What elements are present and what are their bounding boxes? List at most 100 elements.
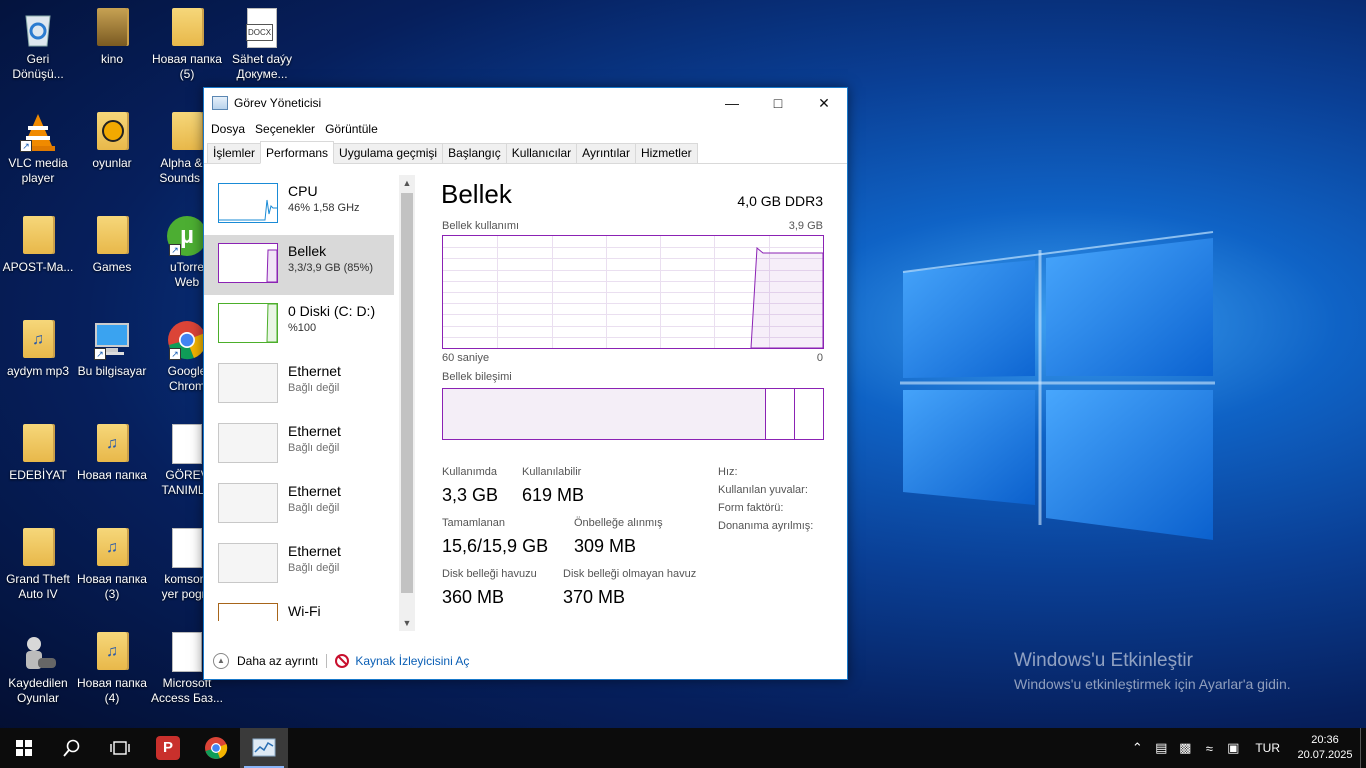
memory-composition-bar: [442, 388, 824, 440]
speed-label: Hız:: [718, 466, 738, 478]
task-manager-taskbar-button[interactable]: [240, 728, 288, 768]
desktop-icon[interactable]: Новая папка (5): [149, 8, 225, 82]
open-resource-monitor-link[interactable]: Kaynak İzleyicisini Aç: [355, 654, 469, 668]
search-icon: [63, 739, 80, 757]
desktop-icon-label: oyunlar: [92, 156, 132, 170]
fewer-details-link[interactable]: Daha az ayrıntı: [237, 654, 318, 668]
cached-value: 309 MB: [574, 536, 637, 556]
menu-options[interactable]: Seçenekler: [250, 122, 320, 136]
tab-details[interactable]: Ayrıntılar: [576, 143, 636, 163]
tab-strip: İşlemler Performans Uygulama geçmişi Baş…: [204, 140, 847, 164]
scroll-thumb[interactable]: [401, 193, 413, 593]
nonpaged-pool-value: 370 MB: [563, 587, 626, 607]
tab-app-history[interactable]: Uygulama geçmişi: [333, 143, 444, 163]
saved-games-icon: [18, 632, 58, 672]
desktop-icon[interactable]: Kaydedilen Oyunlar: [0, 632, 76, 706]
sidebar-item-wifi[interactable]: Wi-FiG: 8,0 A: 0 Kb/sn: [204, 595, 415, 621]
performance-panel: CPU 46% 1,58 GHz Bellek 3,3/3,9 GB (85%) 0 D…: [204, 165, 847, 642]
chevron-up-icon[interactable]: ⌃: [1125, 728, 1149, 768]
resource-list-scrollbar[interactable]: ▲ ▼: [399, 175, 415, 631]
tab-services[interactable]: Hizmetler: [634, 143, 698, 163]
sidebar-item-ethernet[interactable]: Ethernet Bağlı değil: [204, 475, 415, 535]
desktop-icon[interactable]: APOST-Ma...: [0, 216, 76, 275]
maximize-button[interactable]: □: [755, 88, 801, 118]
activation-watermark: Windows'u Etkinleştir Windows'u etkinleş…: [1014, 650, 1291, 692]
resource-name: Ethernet: [288, 363, 341, 379]
memory-detail: Bellek 4,0 GB DDR3 Bellek kullanımı 3,9 …: [441, 175, 826, 625]
memory-usage-graph: [442, 235, 824, 349]
menu-file[interactable]: Dosya: [206, 122, 250, 136]
folder-icon: [18, 216, 58, 256]
vlc-cone-icon: ↗: [18, 112, 58, 152]
clock-date: 20.07.2025: [1297, 749, 1353, 761]
desktop-icon[interactable]: ♫ Новая папка (4): [74, 632, 150, 706]
scroll-down-icon[interactable]: ▼: [399, 615, 415, 631]
desktop-icon[interactable]: DOCX Sähet daýy Докуме...: [224, 8, 300, 82]
sidebar-item-memory[interactable]: Bellek 3,3/3,9 GB (85%): [204, 235, 394, 295]
chrome-taskbar-button[interactable]: [192, 728, 240, 768]
folder-icon: ♫: [92, 632, 132, 672]
input-language[interactable]: TUR: [1245, 741, 1290, 755]
paged-pool-label: Disk belleği havuzu: [442, 568, 537, 580]
tab-performance[interactable]: Performans: [260, 141, 335, 164]
watermark-subtitle: Windows'u etkinleştirmek için Ayarlar'a …: [1014, 676, 1291, 692]
sidebar-item-disk[interactable]: 0 Diski (C: D:) %100: [204, 295, 415, 355]
folder-icon: [92, 216, 132, 256]
title-bar[interactable]: Görev Yöneticisi — □ ✕: [204, 88, 847, 118]
taskbar: P ⌃ ▤ ▩ ≈ ▣ TUR 20:36 20.07.2025: [0, 728, 1366, 768]
show-desktop-button[interactable]: [1360, 728, 1366, 768]
network-adapter-icon[interactable]: ▩: [1173, 728, 1197, 768]
desktop-icon[interactable]: ♫ aydym mp3: [0, 320, 76, 379]
psiphon-taskbar-button[interactable]: P: [144, 728, 192, 768]
desktop-icon[interactable]: ♫ Новая папка: [74, 424, 150, 483]
desktop-icon[interactable]: Geri Dönüşü...: [0, 8, 76, 82]
word-document-icon: DOCX: [242, 8, 282, 48]
desktop-icon[interactable]: EDEBİYAT: [0, 424, 76, 483]
menu-bar: Dosya Seçenekler Görüntüle: [204, 118, 847, 140]
resource-status: Bağlı değil: [288, 442, 340, 454]
resource-name: CPU: [288, 183, 318, 199]
desktop-icon-label: Geri Dönüşü...: [12, 52, 64, 81]
shortcut-arrow-icon: ↗: [169, 244, 181, 256]
resource-monitor-icon[interactable]: [335, 653, 350, 668]
desktop-icon[interactable]: ♫ Новая папка (3): [74, 528, 150, 602]
folder-icon: [167, 8, 207, 48]
document-icon: [167, 632, 207, 672]
tab-users[interactable]: Kullanıcılar: [505, 143, 578, 163]
desktop-icon-label: aydym mp3: [6, 364, 70, 378]
sidebar-item-cpu[interactable]: CPU 46% 1,58 GHz: [204, 175, 415, 235]
tab-processes[interactable]: İşlemler: [207, 143, 262, 163]
desktop-icon-label: Bu bilgisayar: [77, 364, 147, 378]
desktop-icon-label: EDEBİYAT: [9, 468, 67, 482]
sidebar-item-ethernet[interactable]: Ethernet Bağlı değil: [204, 415, 415, 475]
resource-status: Bağlı değil: [288, 502, 340, 514]
notification-message-icon[interactable]: ▣: [1221, 728, 1245, 768]
desktop-icon[interactable]: Games: [74, 216, 150, 275]
desktop-icon[interactable]: ↗ VLC media player: [0, 112, 76, 186]
memory-spec: 4,0 GB DDR3: [737, 193, 823, 209]
storage-icon[interactable]: ▤: [1149, 728, 1173, 768]
resource-status: %100: [288, 322, 317, 334]
scroll-up-icon[interactable]: ▲: [399, 175, 415, 191]
close-button[interactable]: ✕: [801, 88, 847, 118]
menu-view[interactable]: Görüntüle: [320, 122, 383, 136]
desktop-icon[interactable]: Grand Theft Auto IV: [0, 528, 76, 602]
chevron-up-icon[interactable]: ▲: [213, 652, 229, 669]
clock[interactable]: 20:36 20.07.2025: [1290, 733, 1360, 763]
sidebar-item-ethernet[interactable]: Ethernet Bağlı değil: [204, 535, 415, 595]
start-button[interactable]: [0, 728, 48, 768]
task-view-button[interactable]: [96, 728, 144, 768]
in-use-value: 3,3 GB: [442, 485, 499, 505]
minimize-button[interactable]: —: [709, 88, 755, 118]
composition-in-use: [443, 389, 766, 439]
wifi-icon[interactable]: ≈: [1197, 728, 1221, 768]
tab-startup[interactable]: Başlangıç: [442, 143, 507, 163]
desktop-icon[interactable]: oyunlar: [74, 112, 150, 171]
sidebar-item-ethernet[interactable]: Ethernet Bağlı değil: [204, 355, 415, 415]
desktop-icon[interactable]: ↗ Bu bilgisayar: [74, 320, 150, 379]
desktop-icon[interactable]: kino: [74, 8, 150, 67]
resource-status: Bağlı değil: [288, 382, 340, 394]
mini-graph: [218, 483, 278, 523]
search-button[interactable]: [48, 728, 96, 768]
composition-label: Bellek bileşimi: [442, 371, 512, 383]
